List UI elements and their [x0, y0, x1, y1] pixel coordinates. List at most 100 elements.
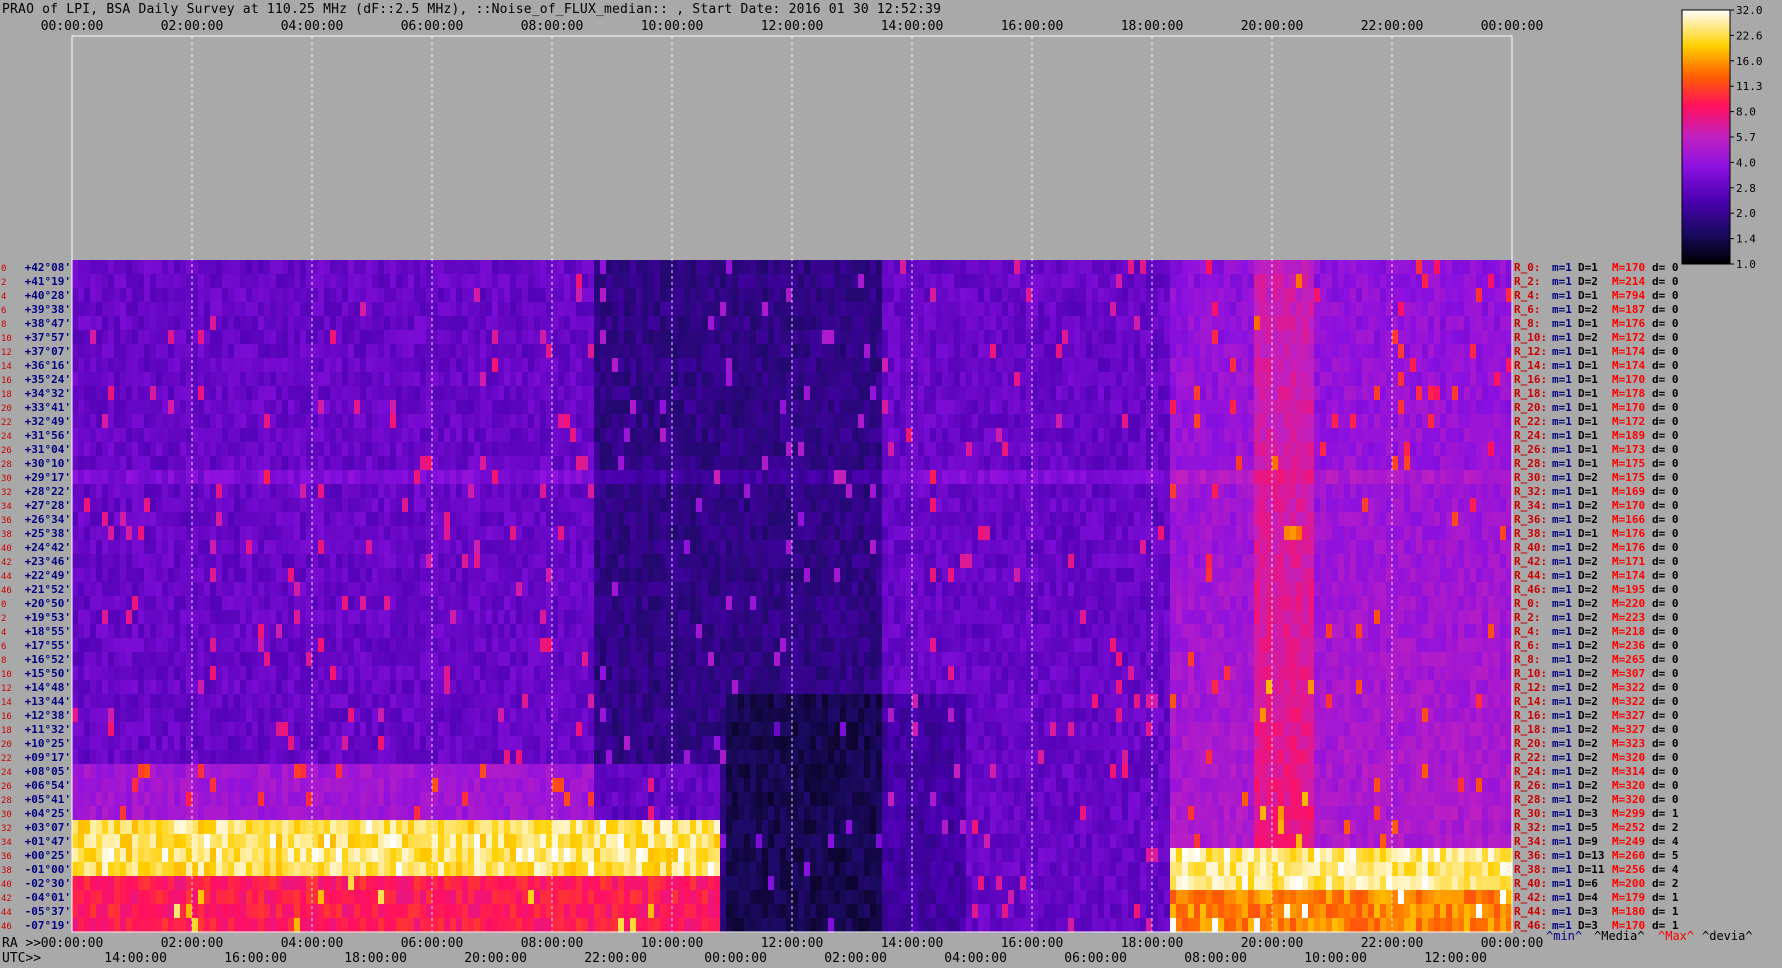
stat-field: m=1	[1552, 751, 1572, 764]
stats-legend-item: ^devia^	[1702, 929, 1753, 943]
stat-field: d= 0	[1652, 261, 1679, 274]
stats-row: R_18: m=1 D=2 M=327 d= 0	[1514, 723, 1679, 736]
stat-field: M=178	[1612, 387, 1645, 400]
stat-field: R_42:	[1514, 891, 1547, 904]
stat-field: M=214	[1612, 275, 1645, 288]
stat-field: M=174	[1612, 569, 1645, 582]
stat-field: R_32:	[1514, 485, 1547, 498]
stats-legend-item: ^Max^	[1658, 929, 1694, 943]
declination-label: +24°42'	[25, 541, 71, 554]
stat-field: m=1	[1552, 863, 1572, 876]
ray-number: 44	[1, 908, 12, 918]
stat-field: R_38:	[1514, 527, 1547, 540]
stat-field: m=1	[1552, 835, 1572, 848]
stat-field: D=1	[1578, 401, 1598, 414]
stat-field: R_34:	[1514, 499, 1547, 512]
stats-row: R_20: m=1 D=2 M=323 d= 0	[1514, 737, 1679, 750]
stat-field: D=2	[1578, 513, 1598, 526]
stat-field: m=1	[1552, 891, 1572, 904]
declination-label: +03°07'	[25, 821, 71, 834]
stat-field: m=1	[1552, 555, 1572, 568]
stat-field: d= 0	[1652, 331, 1679, 344]
stat-field: R_10:	[1514, 331, 1547, 344]
ra-prefix: RA >>	[2, 936, 41, 951]
stats-row: R_32: m=1 D=5 M=252 d= 2	[1514, 821, 1679, 834]
stat-field: D=1	[1578, 485, 1598, 498]
stat-field: m=1	[1552, 667, 1572, 680]
stat-field: D=1	[1578, 387, 1598, 400]
stat-field: m=1	[1552, 709, 1572, 722]
stat-field: R_24:	[1514, 429, 1547, 442]
utc-tick: 18:00:00	[344, 951, 407, 966]
stat-field: d= 0	[1652, 499, 1679, 512]
stat-field: m=1	[1552, 849, 1572, 862]
ray-number: 38	[1, 866, 12, 876]
ray-number: 46	[1, 922, 12, 932]
stat-field: M=173	[1612, 443, 1645, 456]
stat-field: m=1	[1552, 471, 1572, 484]
stat-field: m=1	[1552, 443, 1572, 456]
stat-field: m=1	[1552, 793, 1572, 806]
stat-field: R_18:	[1514, 387, 1547, 400]
stat-field: R_26:	[1514, 779, 1547, 792]
stat-field: R_2:	[1514, 611, 1541, 624]
stat-field: D=3	[1578, 807, 1598, 820]
ray-number: 30	[1, 474, 12, 484]
stat-field: m=1	[1552, 611, 1572, 624]
stat-field: d= 0	[1652, 471, 1679, 484]
stat-field: M=322	[1612, 695, 1645, 708]
stat-field: d= 0	[1652, 625, 1679, 638]
declination-label: +37°57'	[25, 331, 71, 344]
stats-row: R_24: m=1 D=1 M=189 d= 0	[1514, 429, 1679, 442]
ray-number: 6	[1, 642, 6, 652]
stat-field: R_14:	[1514, 695, 1547, 708]
stat-field: M=170	[1612, 373, 1645, 386]
ray-number: 36	[1, 516, 12, 526]
ray-number: 40	[1, 880, 12, 890]
top-time-tick: 04:00:00	[281, 19, 344, 34]
stat-field: M=307	[1612, 667, 1645, 680]
stat-field: d= 1	[1652, 891, 1679, 904]
stat-field: d= 1	[1652, 905, 1679, 918]
stat-field: d= 0	[1652, 681, 1679, 694]
declination-label: +32°49'	[25, 415, 71, 428]
ray-number: 34	[1, 502, 12, 512]
stat-field: R_42:	[1514, 555, 1547, 568]
stat-field: R_36:	[1514, 513, 1547, 526]
stat-field: d= 0	[1652, 373, 1679, 386]
stat-field: R_2:	[1514, 275, 1541, 288]
stat-field: R_16:	[1514, 373, 1547, 386]
declination-label: -07°19'	[25, 919, 71, 932]
stats-row: R_8: m=1 D=2 M=265 d= 0	[1514, 653, 1679, 666]
stat-field: m=1	[1552, 807, 1572, 820]
stat-field: R_14:	[1514, 359, 1547, 372]
stat-field: M=176	[1612, 541, 1645, 554]
stat-field: R_24:	[1514, 765, 1547, 778]
stat-field: d= 0	[1652, 779, 1679, 792]
declination-label: +05°41'	[25, 793, 71, 806]
stat-field: m=1	[1552, 625, 1572, 638]
stat-field: M=175	[1612, 457, 1645, 470]
stat-field: D=3	[1578, 905, 1598, 918]
stat-field: R_6:	[1514, 303, 1541, 316]
stat-field: d= 0	[1652, 541, 1679, 554]
top-time-tick: 22:00:00	[1361, 19, 1424, 34]
ray-number: 0	[1, 600, 6, 610]
stat-field: D=6	[1578, 877, 1598, 890]
stat-field: R_30:	[1514, 471, 1547, 484]
stats-row: R_28: m=1 D=1 M=175 d= 0	[1514, 457, 1679, 470]
stat-field: d= 0	[1652, 555, 1679, 568]
stats-legend-item: ^min^	[1546, 929, 1582, 943]
stat-field: m=1	[1552, 695, 1572, 708]
stat-field: d= 4	[1652, 863, 1679, 876]
ray-number: 28	[1, 796, 12, 806]
stats-row: R_16: m=1 D=2 M=327 d= 0	[1514, 709, 1679, 722]
ra-tick: 00:00:00	[1481, 936, 1544, 951]
stats-row: R_38: m=1 D=11 M=256 d= 4	[1514, 863, 1679, 876]
stat-field: M=299	[1612, 807, 1645, 820]
ray-number: 34	[1, 838, 12, 848]
stats-row: R_0: m=1 D=2 M=220 d= 0	[1514, 597, 1679, 610]
declination-label: +12°38'	[25, 709, 71, 722]
declination-label: +13°44'	[25, 695, 71, 708]
stat-field: d= 0	[1652, 667, 1679, 680]
